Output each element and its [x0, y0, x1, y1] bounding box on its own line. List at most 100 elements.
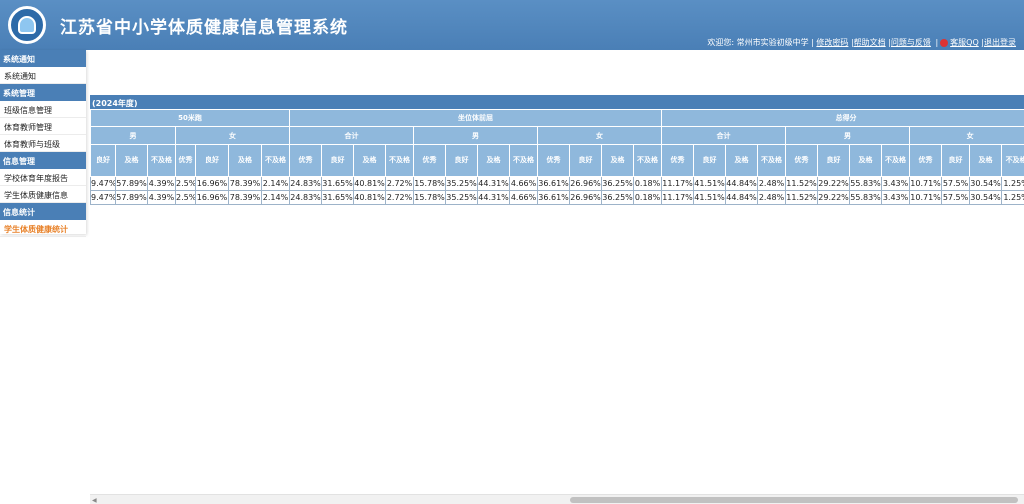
- level-good: 良好: [693, 144, 727, 177]
- sidebar-item-class-info[interactable]: 班级信息管理: [0, 101, 86, 118]
- table-cell: 1.25%: [1001, 190, 1024, 205]
- level-fail: 不及格: [147, 144, 176, 177]
- table-cell: 29.22%: [817, 190, 851, 205]
- sidebar-item-health-stats[interactable]: 学生体质健康统计: [0, 220, 86, 237]
- logout-link[interactable]: |退出登录: [981, 38, 1016, 47]
- table-cell: 30.54%: [969, 190, 1003, 205]
- sidebar-group-notice[interactable]: 系统通知: [0, 50, 86, 67]
- group-header-50m: 50米跑: [89, 109, 291, 127]
- table-cell: 55.83%: [849, 176, 883, 191]
- table-cell: 26.96%: [569, 190, 603, 205]
- sidebar-item-system-notice[interactable]: 系统通知: [0, 67, 86, 84]
- top-nav: 欢迎您: 常州市实验初级中学 | 修改密码 |帮助文档 |问题与反馈 | 客服QQ…: [707, 37, 1016, 48]
- table-cell: 36.25%: [601, 190, 635, 205]
- table-cell: 44.84%: [725, 176, 759, 191]
- table-cell: 41.51%: [693, 176, 727, 191]
- subgroup-total: 合计: [661, 126, 787, 145]
- table-cell: 2.48%: [757, 176, 787, 191]
- level-pass: 及格: [969, 144, 1003, 177]
- welcome-text: 欢迎您: 常州市实验初级中学 |: [707, 38, 814, 47]
- level-fail: 不及格: [509, 144, 539, 177]
- change-password-link[interactable]: 修改密码: [816, 38, 848, 47]
- table-cell: 4.39%: [147, 190, 176, 205]
- sidebar: 系统通知 系统通知 系统管理 班级信息管理 体育教师管理 体育教师与班级 信息管…: [0, 50, 86, 237]
- table-row: 9.47% 57.89% 4.39% 2.5% 16.96% 78.39% 2.14% 24.…: [90, 190, 1024, 205]
- level-excellent: 优秀: [537, 144, 571, 177]
- table-cell: 24.83%: [289, 190, 323, 205]
- sidebar-item-teacher-manage[interactable]: 体育教师管理: [0, 118, 86, 135]
- stats-table: 50米跑 坐位体前屈 总得分 男 女 合计 男 女 合计 男 女 良好 及格 不…: [89, 109, 1024, 205]
- sidebar-item-teacher-class[interactable]: 体育教师与班级: [0, 135, 86, 152]
- table-cell: 9.47%: [90, 190, 116, 205]
- level-good: 良好: [90, 144, 116, 177]
- table-row: 9.47% 57.89% 4.39% 2.5% 16.96% 78.39% 2.14% 24.…: [90, 176, 1024, 191]
- table-cell: 16.96%: [195, 190, 229, 205]
- level-excellent: 优秀: [909, 144, 943, 177]
- table-cell: 2.14%: [260, 176, 291, 191]
- help-doc-link[interactable]: |帮助文档: [851, 38, 886, 47]
- level-pass: 及格: [725, 144, 759, 177]
- nav-separator: |: [935, 38, 939, 47]
- qq-icon: [940, 38, 949, 47]
- scroll-left-icon[interactable]: ◀: [92, 497, 97, 504]
- scrollbar-thumb[interactable]: [570, 497, 1018, 503]
- table-cell: 11.52%: [785, 176, 819, 191]
- table-cell: 10.71%: [909, 176, 943, 191]
- subgroup-male: 男: [785, 126, 911, 145]
- table-cell: 35.25%: [445, 190, 479, 205]
- qq-service-link[interactable]: 客服QQ: [950, 38, 979, 47]
- level-pass: 及格: [115, 144, 148, 177]
- table-cell: 44.84%: [725, 190, 759, 205]
- table-cell: 2.5%: [175, 176, 196, 191]
- level-pass: 及格: [353, 144, 387, 177]
- level-pass: 及格: [228, 144, 262, 177]
- table-cell: 36.61%: [537, 176, 571, 191]
- horizontal-scrollbar[interactable]: ◀: [90, 494, 1024, 504]
- table-cell: 30.54%: [969, 176, 1003, 191]
- level-fail: 不及格: [881, 144, 911, 177]
- sidebar-item-annual-report[interactable]: 学校体育年度报告: [0, 169, 86, 186]
- table-cell: 1.25%: [1001, 176, 1024, 191]
- sidebar-group-info[interactable]: 信息管理: [0, 152, 86, 169]
- table-cell: 16.96%: [195, 176, 229, 191]
- level-fail: 不及格: [757, 144, 787, 177]
- sidebar-item-student-health[interactable]: 学生体质健康信息: [0, 186, 86, 203]
- level-excellent: 优秀: [175, 144, 196, 177]
- level-fail: 不及格: [385, 144, 415, 177]
- subgroup-female: 女: [174, 126, 291, 145]
- group-header-total-score: 总得分: [661, 109, 1024, 127]
- table-cell: 2.5%: [175, 190, 196, 205]
- table-cell: 15.78%: [413, 190, 447, 205]
- table-cell: 57.89%: [115, 190, 148, 205]
- table-cell: 4.39%: [147, 176, 176, 191]
- table-cell: 31.65%: [321, 190, 355, 205]
- table-cell: 26.96%: [569, 176, 603, 191]
- sidebar-group-system[interactable]: 系统管理: [0, 84, 86, 101]
- group-header-sit-reach: 坐位体前屈: [289, 109, 663, 127]
- table-cell: 41.51%: [693, 190, 727, 205]
- report-panel: (2024年度) 50米跑 坐位体前屈 总得分 男 女 合计 男 女 合计 男 …: [89, 95, 1024, 205]
- feedback-link[interactable]: |问题与反馈: [888, 38, 931, 47]
- level-fail: 不及格: [1001, 144, 1024, 177]
- subgroup-female: 女: [537, 126, 663, 145]
- table-cell: 4.66%: [509, 176, 539, 191]
- level-good: 良好: [195, 144, 229, 177]
- table-cell: 11.52%: [785, 190, 819, 205]
- table-cell: 2.72%: [385, 176, 415, 191]
- table-cell: 15.78%: [413, 176, 447, 191]
- table-cell: 78.39%: [228, 176, 262, 191]
- table-cell: 9.47%: [90, 176, 116, 191]
- level-pass: 及格: [849, 144, 883, 177]
- table-cell: 36.25%: [601, 176, 635, 191]
- sidebar-group-stats[interactable]: 信息统计: [0, 203, 86, 220]
- subgroup-male: 男: [413, 126, 539, 145]
- level-excellent: 优秀: [289, 144, 323, 177]
- level-pass: 及格: [477, 144, 511, 177]
- table-cell: 4.66%: [509, 190, 539, 205]
- table-cell: 24.83%: [289, 176, 323, 191]
- app-title: 江苏省中小学体质健康信息管理系统: [60, 18, 348, 38]
- level-fail: 不及格: [260, 144, 291, 177]
- subgroup-total: 合计: [289, 126, 415, 145]
- table-cell: 29.22%: [817, 176, 851, 191]
- table-cell: 44.31%: [477, 190, 511, 205]
